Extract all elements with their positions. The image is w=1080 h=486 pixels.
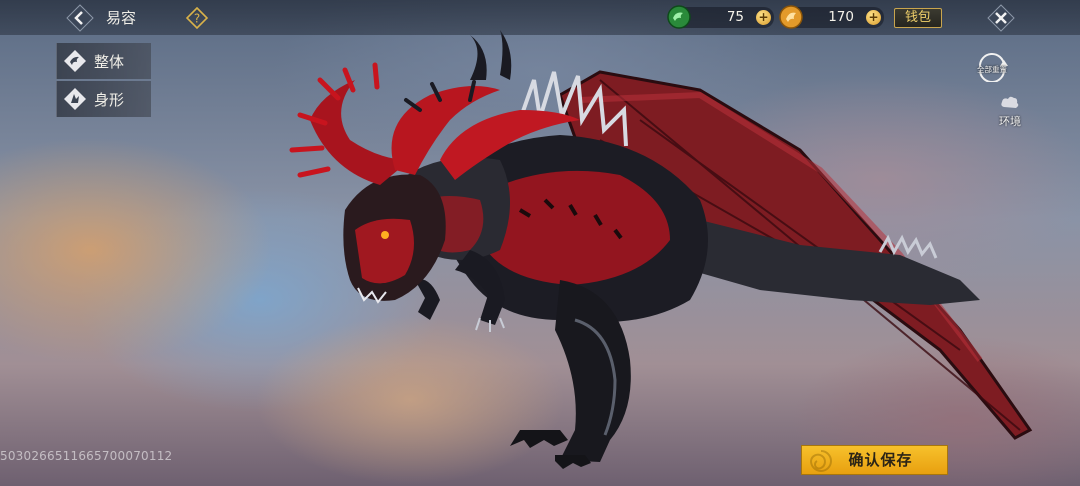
green-dragon-coin-icon xyxy=(667,5,691,29)
reset-all-label: 全部重置 xyxy=(977,65,1007,74)
confirm-save-label: 确认保存 xyxy=(848,451,913,469)
gold-coin-icon xyxy=(779,5,803,29)
chevron-left-icon xyxy=(66,4,94,32)
tab-body-shape-label: 身形 xyxy=(94,91,125,109)
back-button[interactable] xyxy=(66,4,94,32)
game-scene-background xyxy=(0,0,1080,486)
environment-button[interactable]: 环境 xyxy=(994,92,1026,128)
wallet-button[interactable]: 钱包 xyxy=(894,8,942,28)
dragon-model[interactable] xyxy=(0,0,1080,486)
help-button[interactable]: ? xyxy=(185,6,209,30)
svg-text:?: ? xyxy=(194,12,200,26)
add-gold-coin-button[interactable]: + xyxy=(866,10,881,25)
reset-all-button[interactable]: 全部重置 xyxy=(970,52,1014,84)
tab-whole-label: 整体 xyxy=(94,53,125,71)
environment-cloud-icon xyxy=(1001,96,1019,108)
body-shape-icon xyxy=(64,88,86,110)
confirm-save-button[interactable]: 确认保存 xyxy=(801,445,948,475)
tab-whole[interactable]: 整体 xyxy=(56,43,151,79)
page-title: 易容 xyxy=(106,9,137,27)
environment-label: 环境 xyxy=(999,115,1021,128)
close-button[interactable] xyxy=(987,4,1015,32)
top-bar: 易容 ? 75 + 170 + 钱包 xyxy=(0,0,1080,35)
currency-dragon-coin: 75 + xyxy=(667,5,774,29)
add-dragon-coin-button[interactable]: + xyxy=(756,10,771,25)
whole-body-icon xyxy=(64,50,86,72)
close-x-icon xyxy=(987,4,1015,32)
dragon-coin-amount: 75 xyxy=(726,9,744,25)
user-id-watermark: 5030266511665700070112 xyxy=(0,449,173,463)
tab-body-shape[interactable]: 身形 xyxy=(56,81,151,117)
currency-gold-coin: 170 + xyxy=(779,5,884,29)
gold-coin-amount: 170 xyxy=(828,9,854,25)
question-diamond-icon: ? xyxy=(185,6,209,30)
swirl-decoration-icon xyxy=(809,450,832,472)
